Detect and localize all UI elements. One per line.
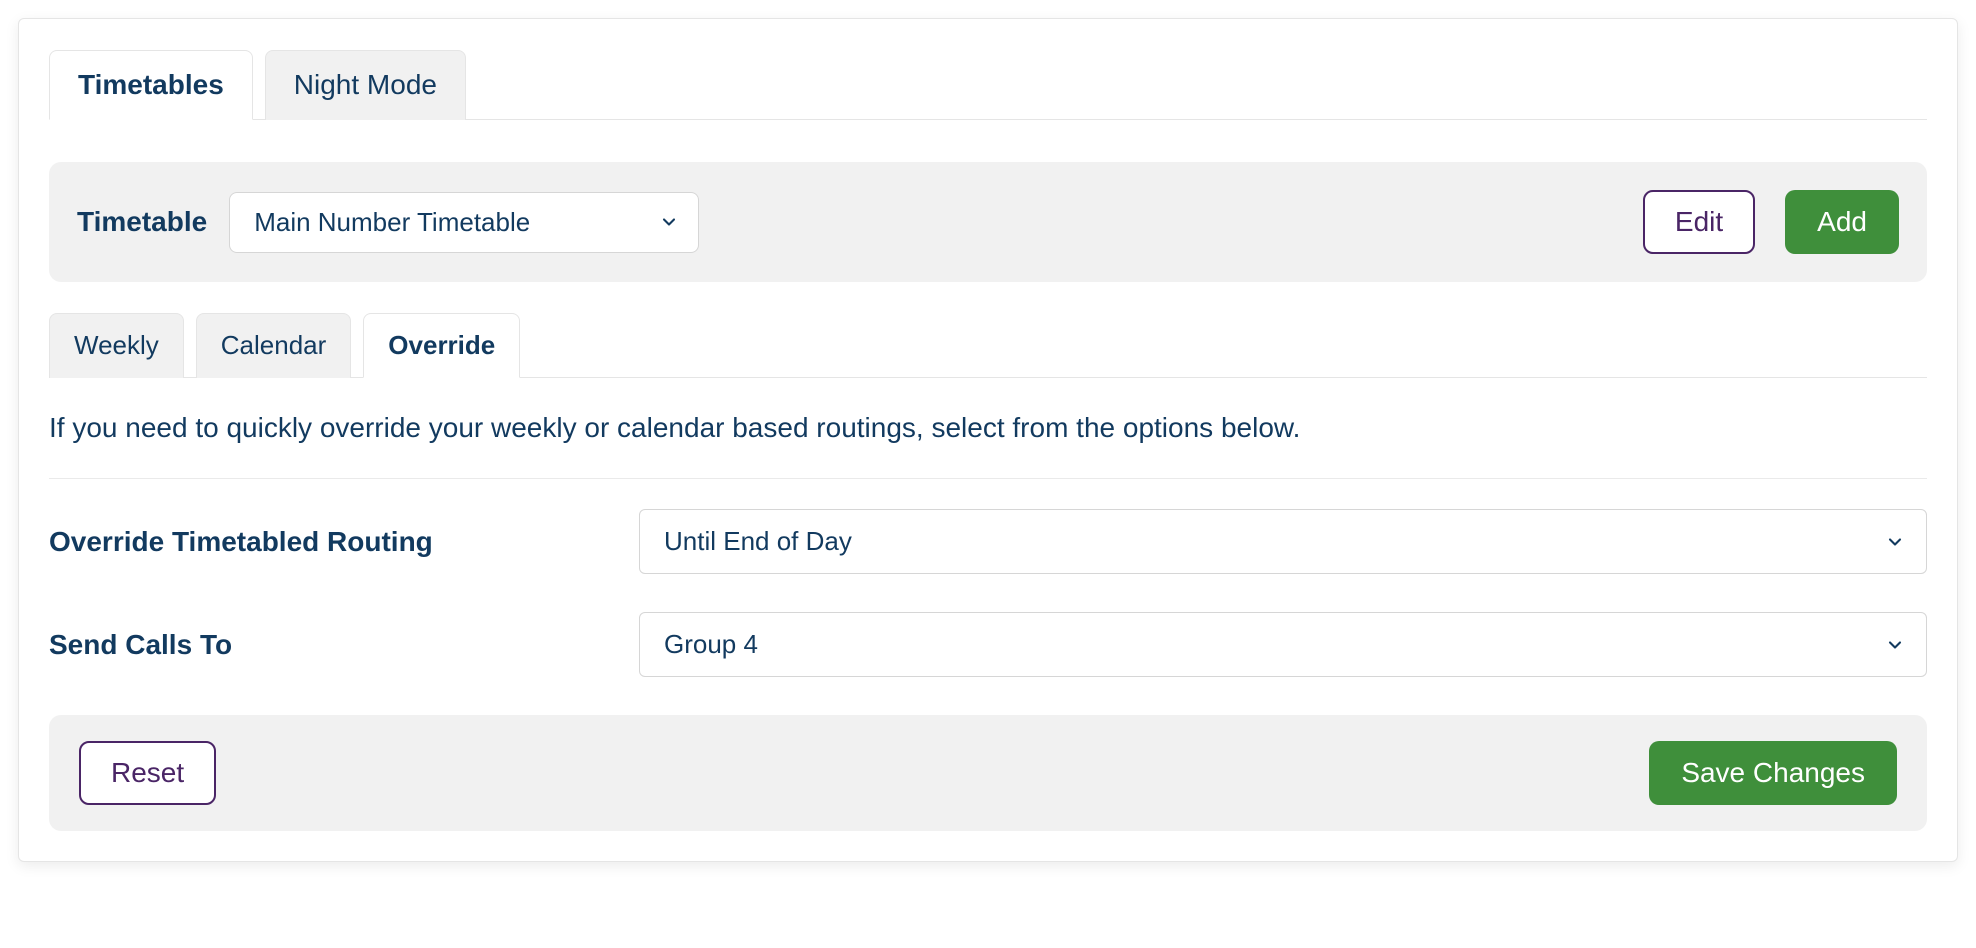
sub-tab-calendar[interactable]: Calendar: [196, 313, 352, 378]
footer-bar: Reset Save Changes: [49, 715, 1927, 831]
top-tabs: Timetables Night Mode: [49, 49, 1927, 120]
sub-tab-weekly[interactable]: Weekly: [49, 313, 184, 378]
send-calls-select-wrap: Group 4: [639, 612, 1927, 677]
override-routing-label: Override Timetabled Routing: [49, 526, 609, 558]
send-calls-label: Send Calls To: [49, 629, 609, 661]
reset-button[interactable]: Reset: [79, 741, 216, 805]
tab-timetables[interactable]: Timetables: [49, 50, 253, 120]
timetable-selector-bar: Timetable Main Number Timetable Edit Add: [49, 162, 1927, 282]
timetable-label: Timetable: [77, 206, 207, 238]
tab-night-mode[interactable]: Night Mode: [265, 50, 466, 120]
override-routing-select[interactable]: Until End of Day: [639, 509, 1927, 574]
sub-tab-override[interactable]: Override: [363, 313, 520, 378]
timetable-select-wrap: Main Number Timetable: [229, 192, 699, 253]
override-routing-select-wrap: Until End of Day: [639, 509, 1927, 574]
form-row-override: Override Timetabled Routing Until End of…: [49, 509, 1927, 574]
edit-button[interactable]: Edit: [1643, 190, 1755, 254]
form-row-send-calls: Send Calls To Group 4: [49, 612, 1927, 677]
settings-card: Timetables Night Mode Timetable Main Num…: [18, 18, 1958, 862]
override-form: Override Timetabled Routing Until End of…: [49, 509, 1927, 677]
add-button[interactable]: Add: [1785, 190, 1899, 254]
sub-tabs: Weekly Calendar Override: [49, 312, 1927, 378]
override-description: If you need to quickly override your wee…: [49, 412, 1927, 479]
send-calls-select[interactable]: Group 4: [639, 612, 1927, 677]
save-changes-button[interactable]: Save Changes: [1649, 741, 1897, 805]
timetable-select[interactable]: Main Number Timetable: [229, 192, 699, 253]
